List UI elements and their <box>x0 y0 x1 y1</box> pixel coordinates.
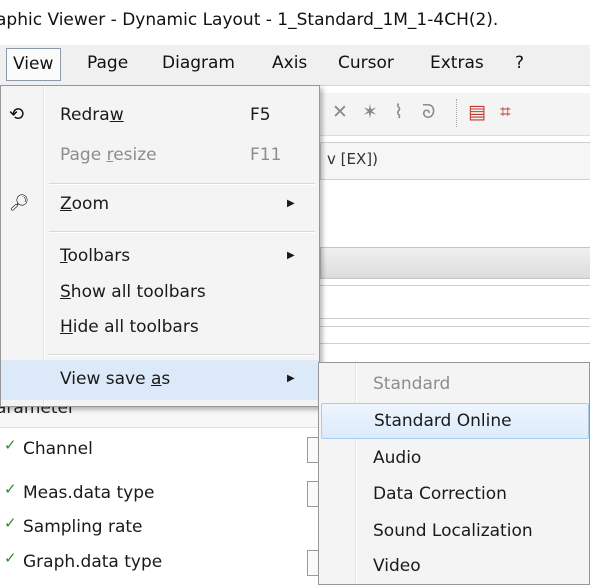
menu-separator <box>49 354 315 356</box>
tab-label[interactable]: v [EX]) <box>327 150 378 168</box>
zoom-icon: 🔍︎ <box>9 193 30 212</box>
check-icon: ✓ <box>4 436 17 454</box>
check-icon: ✓ <box>4 514 17 532</box>
menu-diagram[interactable]: Diagram <box>162 53 235 73</box>
title-bar: aphic Viewer - Dynamic Layout - 1_Standa… <box>0 0 590 45</box>
submenu-item-sound-localization[interactable]: Sound Localization <box>321 514 589 550</box>
submenu-item-standard-online[interactable]: Standard Online <box>321 403 589 439</box>
check-icon: ✓ <box>4 549 17 567</box>
background-divider <box>320 318 590 319</box>
parameter-dropdown[interactable] <box>307 550 318 576</box>
menu-item-redraw[interactable]: ⟲ Redraw F5 <box>1 96 319 136</box>
parameter-dropdown[interactable] <box>307 481 318 507</box>
menu-item-label: Page resize <box>60 145 157 165</box>
check-icon: ✓ <box>4 480 17 498</box>
menu-help[interactable]: ? <box>515 53 524 73</box>
submenu-arrow-icon: ▶ <box>287 373 295 384</box>
menu-item-page-resize[interactable]: Page resize F11 <box>1 136 319 176</box>
menu-item-label: Redraw <box>60 105 124 125</box>
parameter-row[interactable]: ✓ Sampling rate <box>0 508 318 548</box>
menu-item-show-all-toolbars[interactable]: Show all toolbars <box>1 273 319 313</box>
submenu-item-video[interactable]: Video <box>321 549 589 585</box>
submenu-item-label: Sound Localization <box>373 521 533 541</box>
menu-cursor[interactable]: Cursor <box>338 53 394 73</box>
toolbar-separator <box>456 99 458 127</box>
menu-item-label: Zoom <box>60 194 110 214</box>
background-divider <box>320 285 590 286</box>
window-title: aphic Viewer - Dynamic Layout - 1_Standa… <box>0 10 499 30</box>
menu-item-label: Toolbars <box>60 246 131 266</box>
crosshair-x-icon[interactable]: ✕ <box>332 101 348 123</box>
submenu-item-label: Standard <box>373 374 451 394</box>
submenu-item-label: Data Correction <box>373 484 507 504</box>
background-tab-strip: v [EX]) <box>320 142 590 180</box>
table-icon[interactable]: ▤ <box>468 101 486 123</box>
grid-cursor-icon[interactable]: ⌗ <box>500 101 511 123</box>
menu-item-label: View save as <box>60 369 171 389</box>
parameter-label: Channel <box>23 439 93 459</box>
menu-page[interactable]: Page <box>87 53 128 73</box>
menu-item-label: Hide all toolbars <box>60 317 199 337</box>
parameter-label: Meas.data type <box>23 483 155 503</box>
submenu-arrow-icon: ▶ <box>287 198 295 209</box>
parameter-row[interactable]: ✓ Graph.data type <box>0 543 318 583</box>
menu-item-toolbars[interactable]: Toolbars ▶ <box>1 237 319 277</box>
parameter-dropdown[interactable] <box>307 437 318 463</box>
submenu-arrow-icon: ▶ <box>287 250 295 261</box>
peak-icon[interactable]: ⌇ <box>394 101 403 123</box>
menu-item-view-save-as[interactable]: View save as ▶ <box>1 360 319 400</box>
background-divider <box>320 326 590 327</box>
menu-axis[interactable]: Axis <box>272 53 307 73</box>
menu-bar: View Page Diagram Axis Cursor Extras ? <box>0 45 590 86</box>
menu-item-hide-all-toolbars[interactable]: Hide all toolbars <box>1 308 319 348</box>
submenu-item-data-correction[interactable]: Data Correction <box>321 477 589 513</box>
menu-separator <box>49 231 315 233</box>
redraw-icon: ⟲ <box>9 104 25 125</box>
menu-view[interactable]: View <box>6 48 62 81</box>
curve-icon[interactable]: ᘐ <box>422 101 435 123</box>
background-header-bar <box>320 247 590 279</box>
view-save-as-submenu: Standard Standard Online Audio Data Corr… <box>318 362 590 585</box>
menu-extras[interactable]: Extras <box>430 53 484 73</box>
multi-cursor-icon[interactable]: ✶ <box>362 101 378 123</box>
submenu-item-label: Standard Online <box>374 411 512 431</box>
parameter-label: Graph.data type <box>23 552 163 572</box>
menu-item-shortcut: F5 <box>250 105 271 125</box>
submenu-item-label: Audio <box>373 448 422 468</box>
menu-item-label: Show all toolbars <box>60 282 206 302</box>
submenu-item-label: Video <box>373 556 421 576</box>
submenu-item-standard[interactable]: Standard <box>321 367 589 403</box>
submenu-item-audio[interactable]: Audio <box>321 441 589 477</box>
parameter-label: Sampling rate <box>23 517 143 537</box>
menu-item-shortcut: F11 <box>250 145 282 165</box>
background-divider <box>320 343 590 344</box>
background-toolbar: ✕ ✶ ⌇ ᘐ ▤ ⌗ <box>320 93 590 136</box>
parameter-row[interactable]: ✓ Channel <box>0 430 318 470</box>
menu-item-zoom[interactable]: 🔍︎ Zoom ▶ <box>1 185 319 225</box>
view-menu: ⟲ Redraw F5 Page resize F11 🔍︎ Zoom ▶ To… <box>0 85 320 407</box>
